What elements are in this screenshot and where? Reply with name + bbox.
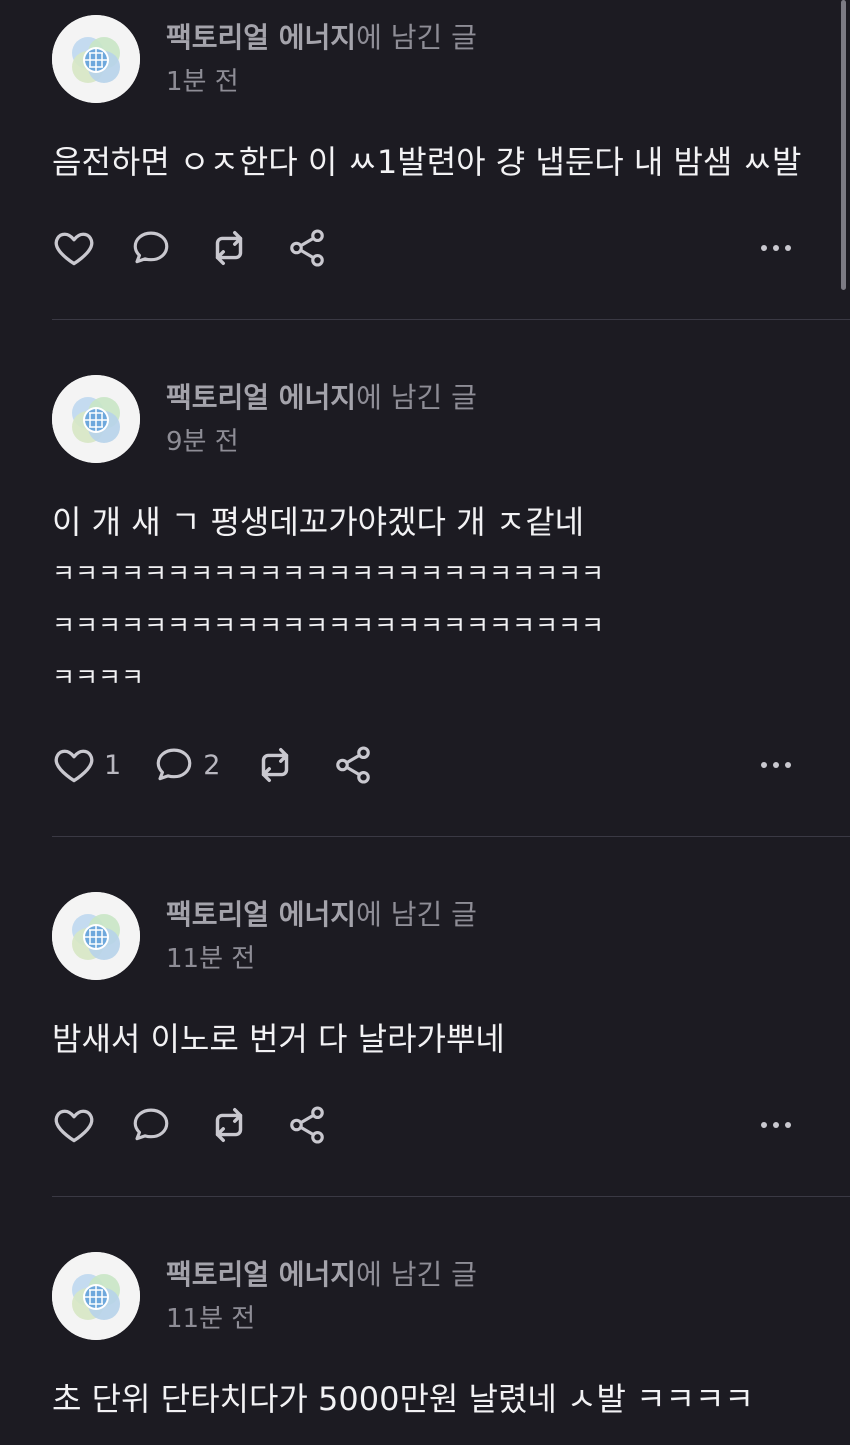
share-icon	[290, 229, 324, 267]
author-name[interactable]: 팩토리얼 에너지	[166, 21, 356, 54]
more-dots-icon	[761, 1122, 791, 1128]
author-suffix: 에 남긴 글	[356, 1258, 477, 1291]
post-text: 음전하면 ㅇㅈ한다 이 ㅆ1발련아 걍 냅둔다 내 밤샘 ㅆ발	[52, 136, 812, 188]
post-text-line: 이 개 새 ㄱ 평생데꼬가야겠다 개 ㅈ같네	[52, 503, 585, 541]
avatar-logo-icon	[52, 375, 140, 463]
author-name[interactable]: 팩토리얼 에너지	[166, 898, 356, 931]
post-text-line: 음전하면 ㅇㅈ한다 이 ㅆ1발련아 걍 냅둔다 내 밤샘 ㅆ발	[52, 143, 802, 181]
repost-icon	[262, 747, 289, 783]
post-time: 1분 전	[166, 67, 239, 97]
avatar-logo-icon	[52, 1252, 140, 1340]
author-name[interactable]: 팩토리얼 에너지	[166, 1258, 356, 1291]
author-line: 팩토리얼 에너지에 남긴 글	[166, 1257, 477, 1293]
avatar-logo-icon	[52, 892, 140, 980]
like-button[interactable]: 1	[52, 743, 127, 787]
comment-button[interactable]: 2	[153, 744, 226, 786]
repost-button[interactable]	[206, 225, 252, 271]
post-text-line: ㅋㅋㅋㅋㅋㅋㅋㅋㅋㅋㅋㅋㅋㅋㅋㅋㅋㅋㅋㅋㅋㅋㅋㅋ	[52, 559, 605, 588]
share-button[interactable]	[286, 227, 328, 269]
more-options-button[interactable]	[758, 1113, 794, 1141]
post-text: 이 개 새 ㄱ 평생데꼬가야겠다 개 ㅈ같네 ㅋㅋㅋㅋㅋㅋㅋㅋㅋㅋㅋㅋㅋㅋㅋㅋㅋ…	[52, 496, 812, 704]
post-text: 초 단위 단타치다가 5000만원 날렸네 ㅅ발 ㅋㅋㅋㅋ	[52, 1373, 812, 1425]
heart-icon	[54, 232, 94, 266]
action-bar	[52, 1101, 798, 1149]
comment-bubble-icon	[133, 1108, 169, 1141]
comment-count: 2	[203, 749, 221, 781]
avatar[interactable]	[52, 1252, 140, 1340]
repost-button[interactable]	[206, 1102, 252, 1148]
comment-bubble-icon	[133, 231, 169, 264]
action-bar	[52, 224, 798, 272]
action-bar: 1 2	[52, 741, 798, 789]
feed: 팩토리얼 에너지에 남긴 글 1분 전 음전하면 ㅇㅈ한다 이 ㅆ1발련아 걍 …	[0, 0, 850, 1445]
post-text-line: ㅋㅋㅋㅋ	[52, 663, 145, 692]
comment-bubble-icon	[156, 748, 192, 781]
author-suffix: 에 남긴 글	[356, 21, 477, 54]
author-suffix: 에 남긴 글	[356, 898, 477, 931]
more-options-button[interactable]	[758, 753, 794, 781]
post-text-line: 초 단위 단타치다가 5000만원 날렸네 ㅅ발 ㅋㅋㅋㅋ	[52, 1380, 754, 1418]
share-button[interactable]	[286, 1104, 328, 1146]
repost-button[interactable]	[252, 742, 298, 788]
avatar-logo-icon	[52, 15, 140, 103]
divider	[52, 1196, 850, 1197]
more-dots-icon	[761, 245, 791, 251]
avatar[interactable]	[52, 892, 140, 980]
post-text-line: 밤새서 이노로 번거 다 날라가뿌네	[52, 1020, 505, 1058]
post-time: 11분 전	[166, 1304, 256, 1334]
share-icon	[336, 746, 371, 784]
repost-icon	[215, 230, 243, 266]
post-text-line: ㅋㅋㅋㅋㅋㅋㅋㅋㅋㅋㅋㅋㅋㅋㅋㅋㅋㅋㅋㅋㅋㅋㅋㅋ	[52, 611, 605, 640]
share-icon	[290, 1106, 324, 1144]
more-dots-icon	[761, 762, 791, 768]
divider	[52, 319, 850, 320]
heart-icon	[54, 749, 94, 783]
like-button[interactable]	[52, 1103, 96, 1147]
author-line: 팩토리얼 에너지에 남긴 글	[166, 897, 477, 933]
like-count: 1	[104, 749, 122, 781]
post-time: 9분 전	[166, 427, 239, 457]
heart-icon	[54, 1109, 94, 1143]
post-text: 밤새서 이노로 번거 다 날라가뿌네	[52, 1013, 812, 1065]
share-button[interactable]	[332, 744, 374, 786]
avatar[interactable]	[52, 15, 140, 103]
more-options-button[interactable]	[758, 236, 794, 264]
post-time: 11분 전	[166, 944, 256, 974]
author-line: 팩토리얼 에너지에 남긴 글	[166, 380, 477, 416]
author-name[interactable]: 팩토리얼 에너지	[166, 381, 356, 414]
like-button[interactable]	[52, 226, 96, 270]
comment-button[interactable]	[130, 227, 172, 269]
avatar[interactable]	[52, 375, 140, 463]
author-line: 팩토리얼 에너지에 남긴 글	[166, 20, 477, 56]
divider	[52, 836, 850, 837]
scrollbar[interactable]	[841, 0, 846, 290]
author-suffix: 에 남긴 글	[356, 381, 477, 414]
comment-button[interactable]	[130, 1104, 172, 1146]
repost-icon	[215, 1107, 243, 1143]
